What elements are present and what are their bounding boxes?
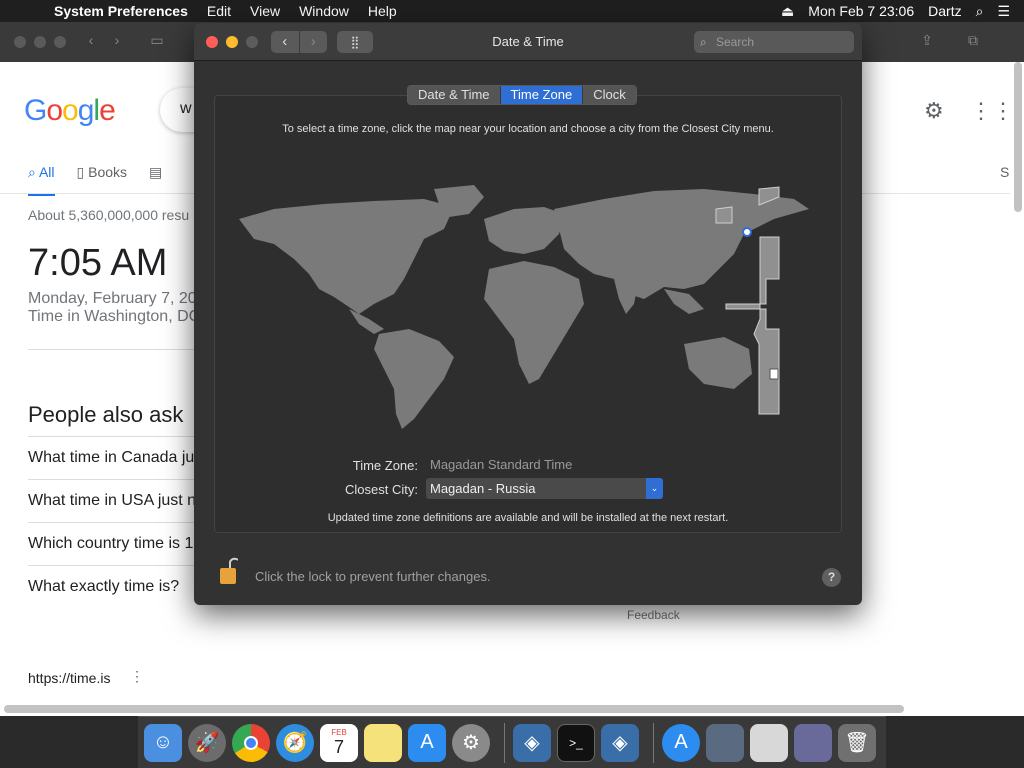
zoom-icon[interactable] — [54, 36, 66, 48]
pane-tabs: Date & Time Time Zone Clock — [407, 85, 637, 105]
app-store-icon[interactable]: A — [408, 723, 446, 762]
apps-grid-icon[interactable]: ⋮⋮ — [970, 98, 1014, 124]
tab-settings-partial[interactable]: S — [1000, 164, 1009, 192]
vertical-scrollbar[interactable] — [1014, 62, 1022, 212]
update-notice: Updated time zone definitions are availa… — [327, 512, 729, 524]
time-zone-value: Magadan Standard Time — [430, 457, 573, 472]
dock-separator — [504, 722, 505, 763]
launchpad-icon[interactable]: 🚀 — [188, 723, 226, 762]
tabs-icon[interactable]: ⧉ — [962, 32, 984, 52]
google-logo[interactable]: Google — [24, 94, 116, 128]
selected-location-marker — [742, 227, 752, 237]
eject-icon[interactable]: ⏏ — [781, 3, 794, 20]
tab-time-zone[interactable]: Time Zone — [499, 86, 583, 104]
notes-icon[interactable] — [364, 723, 402, 762]
question-item[interactable]: Which country time is 1 — [28, 535, 193, 553]
people-also-ask-heading: People also ask — [28, 402, 184, 427]
virtualbox-vm-icon[interactable]: ◈ — [601, 723, 639, 762]
share-icon[interactable]: ⇪ — [916, 32, 938, 52]
closest-city-value: Magadan - Russia — [430, 481, 536, 496]
window-titlebar: ‹ › ⣿ Date & Time ⌕ Search — [194, 23, 862, 61]
window-preview-icon[interactable] — [706, 723, 744, 762]
chrome-icon[interactable] — [232, 723, 270, 762]
google-tabs: ⌕ All ▯ Books ▤ — [28, 164, 184, 196]
menu-help[interactable]: Help — [368, 3, 397, 19]
lock-message: Click the lock to prevent further change… — [255, 569, 491, 584]
time-answer-date: Monday, February 7, 20 Time in Washingto… — [28, 290, 201, 325]
menu-edit[interactable]: Edit — [207, 3, 231, 19]
menu-view[interactable]: View — [250, 3, 280, 19]
virtualbox-icon[interactable]: ◈ — [513, 723, 551, 762]
search-placeholder: Search — [716, 35, 755, 49]
result-url[interactable]: https://time.is — [28, 670, 110, 686]
app-menu[interactable]: System Preferences — [54, 3, 188, 19]
question-item[interactable]: What time in USA just n — [28, 492, 196, 510]
menu-bar: System Preferences Edit View Window Help… — [0, 0, 1024, 22]
unlocked-padlock-icon[interactable] — [218, 556, 238, 586]
tab-all[interactable]: ⌕ All — [28, 164, 55, 196]
close-icon[interactable] — [14, 36, 26, 48]
search-icon: ⌕ — [700, 35, 707, 49]
question-item[interactable]: What exactly time is? — [28, 578, 179, 596]
back-icon[interactable]: ‹ — [80, 32, 102, 52]
tab-clock[interactable]: Clock — [582, 86, 636, 104]
help-button[interactable]: ? — [822, 568, 841, 587]
more-options-icon[interactable]: ⋮ — [130, 668, 144, 685]
system-preferences-icon[interactable]: ⚙ — [452, 723, 490, 762]
dock: ☺ 🚀 🧭 FEB 7 A ⚙ ◈ >_ ◈ A 🗑 — [138, 716, 886, 768]
time-answer: 7:05 AM — [28, 242, 168, 284]
calendar-icon[interactable]: FEB 7 — [320, 723, 358, 762]
spotlight-icon[interactable]: ⌕ — [976, 3, 984, 20]
feedback-link[interactable]: Feedback — [627, 608, 680, 622]
closest-city-label: Closest City: — [345, 482, 418, 497]
finder-icon[interactable]: ☺ — [144, 723, 182, 762]
tab-news-icon[interactable]: ▤ — [149, 164, 162, 196]
world-map[interactable] — [234, 179, 814, 429]
app-store-download-icon[interactable]: A — [662, 723, 700, 762]
settings-gear-icon[interactable]: ⚙ — [924, 98, 944, 124]
dock-separator — [653, 722, 654, 763]
forward-icon[interactable]: › — [106, 32, 128, 52]
menu-window[interactable]: Window — [299, 3, 349, 19]
time-zone-label: Time Zone: — [352, 458, 418, 473]
horizontal-scrollbar[interactable] — [4, 705, 904, 713]
menu-user[interactable]: Dartz — [928, 3, 961, 19]
closest-city-select[interactable]: Magadan - Russia ⌄ — [426, 478, 663, 499]
window-preview-icon[interactable] — [794, 723, 832, 762]
chevron-down-icon[interactable]: ⌄ — [646, 478, 663, 499]
result-stats: About 5,360,000,000 resu — [28, 207, 190, 223]
time-zone-instructions: To select a time zone, click the map nea… — [282, 123, 774, 135]
sidebar-icon[interactable]: ▭ — [146, 32, 168, 52]
trash-icon[interactable]: 🗑 — [838, 723, 876, 762]
question-item[interactable]: What time in Canada ju — [28, 449, 194, 467]
date-time-window: ‹ › ⣿ Date & Time ⌕ Search Date & Time T… — [194, 23, 862, 605]
notification-center-icon[interactable]: ☰ — [997, 3, 1010, 20]
terminal-icon[interactable]: >_ — [557, 723, 595, 762]
preferences-search-input[interactable]: ⌕ Search — [694, 31, 854, 53]
minimize-icon[interactable] — [34, 36, 46, 48]
tab-date-time[interactable]: Date & Time — [408, 86, 500, 104]
safari-icon[interactable]: 🧭 — [276, 723, 314, 762]
tab-books[interactable]: ▯ Books — [77, 164, 128, 196]
window-preview-icon[interactable] — [750, 723, 788, 762]
menu-clock[interactable]: Mon Feb 7 23:06 — [808, 3, 914, 19]
